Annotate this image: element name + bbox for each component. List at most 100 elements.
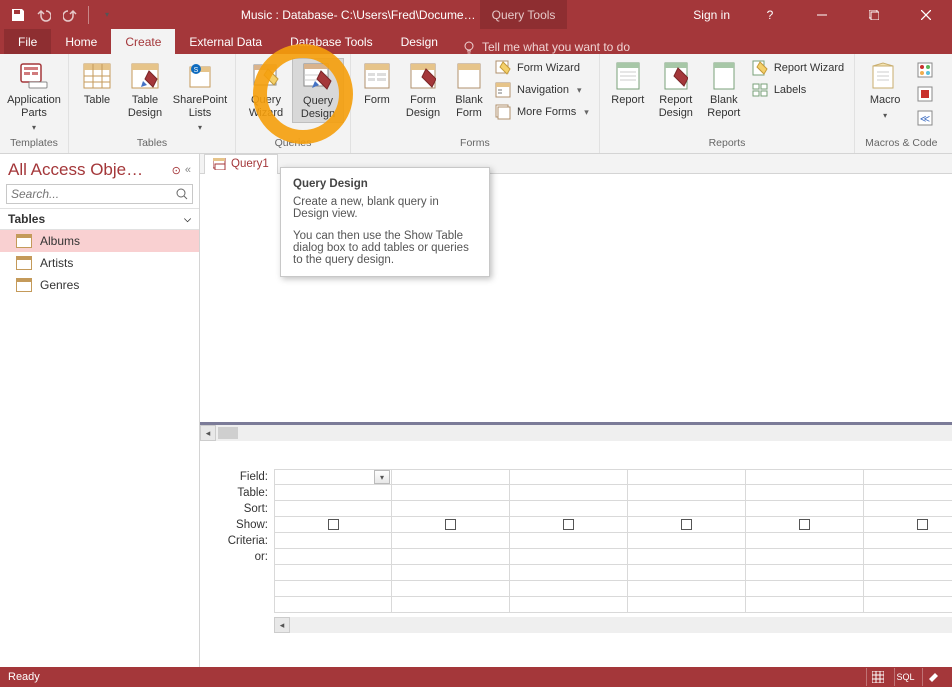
- extra-cell[interactable]: [864, 597, 952, 613]
- tab-external-data[interactable]: External Data: [175, 29, 276, 54]
- nav-category-tables[interactable]: Tables ⌵: [0, 208, 199, 230]
- class-module-button[interactable]: [913, 84, 937, 104]
- show-checkbox[interactable]: [917, 519, 928, 530]
- or-cell[interactable]: [628, 549, 746, 565]
- module-button[interactable]: [913, 60, 937, 80]
- extra-cell[interactable]: [392, 581, 510, 597]
- document-tab-query1[interactable]: Query1: [204, 154, 278, 174]
- show-checkbox[interactable]: [681, 519, 692, 530]
- show-checkbox[interactable]: [563, 519, 574, 530]
- criteria-cell[interactable]: [274, 533, 392, 549]
- redo-icon[interactable]: [60, 5, 80, 25]
- scroll-left-icon[interactable]: ◂: [200, 425, 216, 441]
- macro-button[interactable]: Macro: [861, 58, 909, 123]
- labels-button[interactable]: Labels: [748, 80, 848, 100]
- blank-report-button[interactable]: Blank Report: [702, 58, 746, 121]
- extra-cell[interactable]: [628, 565, 746, 581]
- sharepoint-lists-button[interactable]: S SharePoint Lists: [171, 58, 229, 136]
- criteria-cell[interactable]: [864, 533, 952, 549]
- more-forms-button[interactable]: More Forms: [491, 102, 593, 122]
- sort-cell[interactable]: [628, 501, 746, 517]
- sort-cell[interactable]: [392, 501, 510, 517]
- qat-customize-icon[interactable]: [97, 5, 117, 25]
- field-cell[interactable]: ▾: [274, 469, 392, 485]
- nav-pane-title[interactable]: All Access Obje…: [8, 160, 143, 180]
- nav-pane-dropdown-icon[interactable]: ⊙: [172, 164, 181, 177]
- form-button[interactable]: Form: [357, 58, 397, 109]
- application-parts-button[interactable]: Application Parts: [6, 58, 62, 136]
- search-icon[interactable]: [172, 188, 192, 200]
- tab-home[interactable]: Home: [51, 29, 111, 54]
- nav-item-genres[interactable]: Genres: [0, 274, 199, 296]
- close-icon[interactable]: [904, 0, 948, 29]
- tab-file[interactable]: File: [4, 29, 51, 54]
- sort-cell[interactable]: [864, 501, 952, 517]
- show-checkbox[interactable]: [799, 519, 810, 530]
- view-sql-button[interactable]: SQL: [894, 668, 916, 686]
- table-cell[interactable]: [392, 485, 510, 501]
- report-button[interactable]: Report: [606, 58, 650, 109]
- undo-icon[interactable]: [34, 5, 54, 25]
- or-cell[interactable]: [274, 549, 392, 565]
- navigation-button[interactable]: Navigation: [491, 80, 593, 100]
- nav-item-artists[interactable]: Artists: [0, 252, 199, 274]
- criteria-cell[interactable]: [746, 533, 864, 549]
- table-cell[interactable]: [864, 485, 952, 501]
- extra-cell[interactable]: [392, 565, 510, 581]
- visual-basic-button[interactable]: ≪: [913, 108, 937, 128]
- table-cell[interactable]: [628, 485, 746, 501]
- table-cell[interactable]: [274, 485, 392, 501]
- scroll-thumb[interactable]: [218, 427, 238, 439]
- field-cell[interactable]: [746, 469, 864, 485]
- sort-cell[interactable]: [746, 501, 864, 517]
- extra-cell[interactable]: [274, 597, 392, 613]
- show-checkbox[interactable]: [445, 519, 456, 530]
- tell-me-search[interactable]: Tell me what you want to do: [462, 40, 630, 54]
- view-datasheet-icon[interactable]: [866, 668, 888, 686]
- grid-hscrollbar[interactable]: ◂ ▸: [274, 617, 952, 633]
- sort-cell[interactable]: [274, 501, 392, 517]
- criteria-cell[interactable]: [392, 533, 510, 549]
- form-design-button[interactable]: Form Design: [399, 58, 447, 121]
- scroll-left-icon[interactable]: ◂: [274, 617, 290, 633]
- criteria-cell[interactable]: [510, 533, 628, 549]
- show-cell[interactable]: [864, 517, 952, 533]
- query-wizard-button[interactable]: Query Wizard: [242, 58, 290, 121]
- table-cell[interactable]: [510, 485, 628, 501]
- criteria-cell[interactable]: [628, 533, 746, 549]
- extra-cell[interactable]: [746, 565, 864, 581]
- query-design-button[interactable]: Query Design: [292, 58, 344, 123]
- show-cell[interactable]: [510, 517, 628, 533]
- extra-cell[interactable]: [746, 597, 864, 613]
- nav-item-albums[interactable]: Albums: [0, 230, 199, 252]
- blank-form-button[interactable]: Blank Form: [449, 58, 489, 121]
- extra-cell[interactable]: [274, 581, 392, 597]
- table-design-button[interactable]: Table Design: [121, 58, 169, 121]
- nav-pane-collapse-icon[interactable]: «: [185, 164, 191, 177]
- field-cell[interactable]: [392, 469, 510, 485]
- or-cell[interactable]: [510, 549, 628, 565]
- extra-cell[interactable]: [746, 581, 864, 597]
- extra-cell[interactable]: [510, 581, 628, 597]
- extra-cell[interactable]: [628, 581, 746, 597]
- sort-cell[interactable]: [510, 501, 628, 517]
- extra-cell[interactable]: [274, 565, 392, 581]
- tab-design[interactable]: Design: [387, 29, 452, 54]
- view-design-icon[interactable]: [922, 668, 944, 686]
- tab-database-tools[interactable]: Database Tools: [276, 29, 387, 54]
- report-wizard-button[interactable]: Report Wizard: [748, 58, 848, 78]
- table-cell[interactable]: [746, 485, 864, 501]
- search-input[interactable]: [7, 185, 172, 203]
- extra-cell[interactable]: [392, 597, 510, 613]
- field-dropdown-icon[interactable]: ▾: [374, 470, 390, 484]
- field-cell[interactable]: [510, 469, 628, 485]
- table-button[interactable]: Table: [75, 58, 119, 109]
- tab-create[interactable]: Create: [111, 29, 175, 54]
- form-wizard-button[interactable]: Form Wizard: [491, 58, 593, 78]
- field-cell[interactable]: [628, 469, 746, 485]
- show-cell[interactable]: [274, 517, 392, 533]
- maximize-icon[interactable]: [852, 0, 896, 29]
- or-cell[interactable]: [746, 549, 864, 565]
- report-design-button[interactable]: Report Design: [652, 58, 700, 121]
- show-checkbox[interactable]: [328, 519, 339, 530]
